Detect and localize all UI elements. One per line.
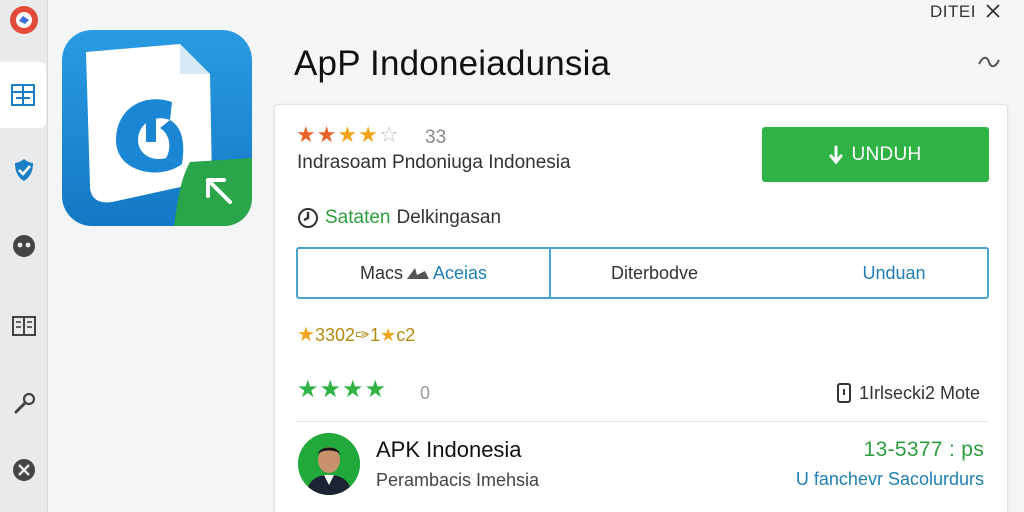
- star-icon: ★: [337, 122, 358, 147]
- publisher-avatar[interactable]: [298, 433, 360, 495]
- tab-diterbodve-label: Diterbodve: [611, 262, 699, 283]
- safety-label-green: Sataten: [325, 207, 391, 228]
- star-rating: ★ ★ ★ ★ ☆: [296, 124, 399, 146]
- tab-unduan-label: Unduan: [862, 262, 926, 283]
- developer-name[interactable]: Indrasoam Pndoniuga Indonesia: [297, 152, 571, 174]
- review-stars: ★ ★ ★ ★: [297, 376, 387, 403]
- score-text-b: c2: [396, 324, 416, 345]
- score-line: ★ 3302✑1 ★ c2: [297, 324, 415, 346]
- tab-bar: Macs Aceias Diterbodve Unduan: [296, 247, 989, 299]
- safety-status: Sataten Delkingasan: [297, 207, 501, 229]
- report-link[interactable]: 1Irlsecki2 Mote: [835, 382, 980, 404]
- tools-icon[interactable]: [0, 450, 48, 490]
- safety-label: Delkingasan: [396, 207, 502, 228]
- tab-aceias-label: Aceias: [432, 262, 488, 283]
- grid-apps-icon[interactable]: [0, 62, 46, 128]
- publisher-subtitle: Perambacis Imehsia: [376, 470, 540, 490]
- tab-macs-label: Macs: [359, 262, 403, 283]
- report-label: 1Irlsecki2 Mote: [859, 382, 981, 403]
- book-icon[interactable]: [0, 306, 48, 346]
- app-logo-icon[interactable]: [0, 0, 48, 40]
- gamepad-icon[interactable]: [0, 226, 48, 266]
- tab-macs[interactable]: Macs Aceias: [298, 249, 551, 297]
- tab-diterbodve[interactable]: Diterbodve: [551, 249, 801, 297]
- collapse-icon[interactable]: [976, 54, 1002, 70]
- left-sidebar: [0, 0, 48, 512]
- star-outline-icon: ☆: [378, 122, 399, 147]
- score-text: 3302✑1: [314, 324, 381, 345]
- download-button[interactable]: UNDUH: [762, 127, 989, 182]
- tab-unduan[interactable]: Unduan: [801, 249, 987, 297]
- star-icon: ★: [296, 122, 316, 147]
- publisher-name[interactable]: APK Indonesia: [376, 437, 522, 463]
- close-icon[interactable]: [984, 2, 1002, 20]
- window-label: DITEI: [930, 2, 976, 21]
- file-size: 13-5377 : ps: [863, 438, 984, 461]
- star-icon: ★: [358, 122, 378, 147]
- shield-check-icon[interactable]: [0, 150, 48, 190]
- publisher-status[interactable]: U fanchevr Sacolurdurs: [796, 469, 984, 490]
- star-icon: ★: [297, 376, 319, 403]
- star-icon: ★: [380, 325, 397, 345]
- swoosh-icon: [406, 268, 429, 279]
- star-icon: ★: [364, 376, 387, 403]
- review-count: 0: [420, 383, 431, 403]
- star-icon: ★: [342, 376, 364, 403]
- phone-icon: [837, 383, 851, 403]
- star-icon: ★: [316, 122, 337, 147]
- app-title: ApP Indoneiadunsia: [294, 44, 611, 83]
- rating-value: 33: [425, 127, 447, 148]
- download-arrow-icon: [829, 145, 843, 164]
- download-label: UNDUH: [851, 143, 922, 165]
- star-icon: ★: [319, 376, 342, 403]
- star-icon: ★: [297, 324, 315, 346]
- app-icon: [62, 30, 252, 226]
- clock-icon: [298, 208, 318, 228]
- divider: [296, 421, 989, 422]
- wrench-icon[interactable]: [0, 384, 48, 424]
